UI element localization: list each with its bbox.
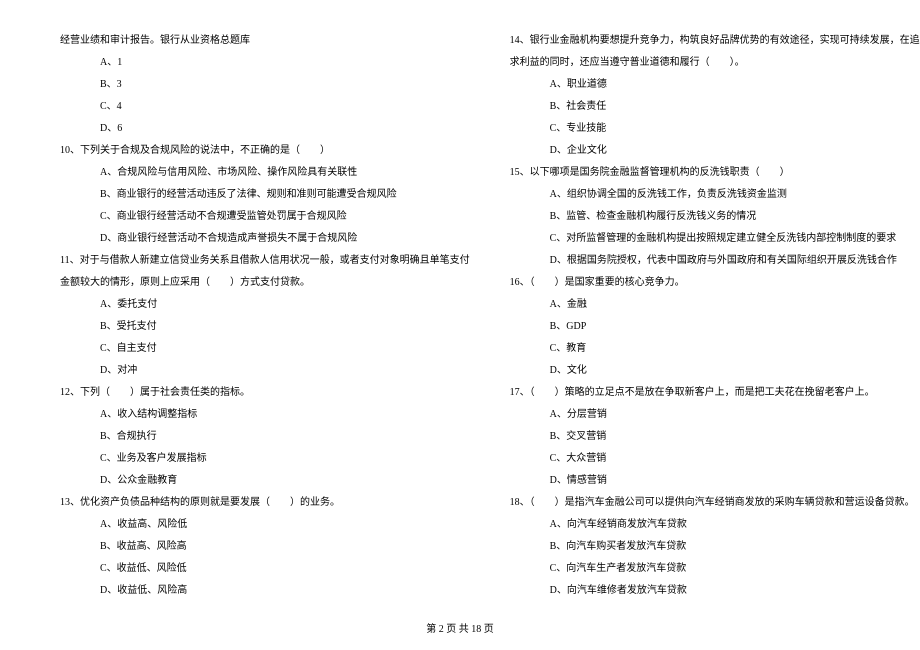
q11-stem-cont: 金额较大的情形，原则上应采用（ ）方式支付贷款。 (60, 272, 470, 294)
q13-stem: 13、优化资产负债品种结构的原则就是要发展（ ）的业务。 (60, 492, 470, 514)
q12-stem: 12、下列（ ）属于社会责任类的指标。 (60, 382, 470, 404)
q13-option-d: D、收益低、风险高 (60, 580, 470, 602)
q17-option-b: B、交叉营销 (510, 426, 920, 448)
q14-stem-cont: 求利益的同时，还应当遵守普业道德和履行（ ）。 (510, 52, 920, 74)
q15-option-c: C、对所监督管理的金融机构提出按照规定建立健全反洗钱内部控制制度的要求 (510, 228, 920, 250)
q12-option-a: A、收入结构调整指标 (60, 404, 470, 426)
q11-option-c: C、自主支付 (60, 338, 470, 360)
q12-option-d: D、公众金融教育 (60, 470, 470, 492)
q10-option-d: D、商业银行经营活动不合规造成声誉损失不属于合规风险 (60, 228, 470, 250)
q14-option-c: C、专业技能 (510, 118, 920, 140)
q17-option-d: D、情感营销 (510, 470, 920, 492)
q10-option-b: B、商业银行的经营活动违反了法律、规则和准则可能遭受合规风险 (60, 184, 470, 206)
q9-option-a: A、1 (60, 52, 470, 74)
q18-option-c: C、向汽车生产者发放汽车贷款 (510, 558, 920, 580)
q17-stem: 17、（ ）策略的立足点不是放在争取新客户上，而是把工夫花在挽留老客户上。 (510, 382, 920, 404)
q18-option-a: A、向汽车经销商发放汽车贷款 (510, 514, 920, 536)
q18-option-d: D、向汽车维修者发放汽车贷款 (510, 580, 920, 602)
q13-option-c: C、收益低、风险低 (60, 558, 470, 580)
q9-option-d: D、6 (60, 118, 470, 140)
q11-option-d: D、对冲 (60, 360, 470, 382)
q14-option-b: B、社会责任 (510, 96, 920, 118)
q17-option-c: C、大众营销 (510, 448, 920, 470)
q16-stem: 16、（ ）是国家重要的核心竞争力。 (510, 272, 920, 294)
q12-option-b: B、合规执行 (60, 426, 470, 448)
q16-option-b: B、GDP (510, 316, 920, 338)
q10-stem: 10、下列关于合规及合规风险的说法中，不正确的是（ ） (60, 140, 470, 162)
q15-option-a: A、组织协调全国的反洗钱工作，负责反洗钱资金监测 (510, 184, 920, 206)
q14-option-a: A、职业道德 (510, 74, 920, 96)
q11-stem: 11、对于与借款人新建立信贷业务关系且借款人信用状况一般，或者支付对象明确且单笔… (60, 250, 470, 272)
page-footer: 第 2 页 共 18 页 (0, 620, 920, 635)
q11-option-a: A、委托支付 (60, 294, 470, 316)
q10-option-c: C、商业银行经营活动不合规遭受监管处罚属于合规风险 (60, 206, 470, 228)
q15-option-b: B、监管、检查金融机构履行反洗钱义务的情况 (510, 206, 920, 228)
left-column: 经营业绩和审计报告。银行从业资格总题库 A、1 B、3 C、4 D、6 10、下… (60, 30, 470, 610)
q18-option-b: B、向汽车购买者发放汽车贷款 (510, 536, 920, 558)
q13-option-a: A、收益高、风险低 (60, 514, 470, 536)
q17-option-a: A、分层营销 (510, 404, 920, 426)
q14-stem: 14、银行业金融机构要想提升竞争力，构筑良好品牌优势的有效途径，实现可持续发展，… (510, 30, 920, 52)
right-column: 14、银行业金融机构要想提升竞争力，构筑良好品牌优势的有效途径，实现可持续发展，… (510, 30, 920, 610)
q9-option-b: B、3 (60, 74, 470, 96)
q15-stem: 15、以下哪项是国务院金融监督管理机构的反洗钱职责（ ） (510, 162, 920, 184)
q18-stem: 18、（ ）是指汽车金融公司可以提供向汽车经销商发放的采购车辆贷款和营运设备贷款… (510, 492, 920, 514)
q16-option-d: D、文化 (510, 360, 920, 382)
q16-option-a: A、金融 (510, 294, 920, 316)
q13-option-b: B、收益高、风险高 (60, 536, 470, 558)
q10-option-a: A、合规风险与信用风险、市场风险、操作风险具有关联性 (60, 162, 470, 184)
q9-option-c: C、4 (60, 96, 470, 118)
q14-option-d: D、企业文化 (510, 140, 920, 162)
q11-option-b: B、受托支付 (60, 316, 470, 338)
q16-option-c: C、教育 (510, 338, 920, 360)
intro-text: 经营业绩和审计报告。银行从业资格总题库 (60, 30, 470, 52)
q12-option-c: C、业务及客户发展指标 (60, 448, 470, 470)
page-content: 经营业绩和审计报告。银行从业资格总题库 A、1 B、3 C、4 D、6 10、下… (60, 30, 860, 610)
q15-option-d: D、根据国务院授权，代表中国政府与外国政府和有关国际组织开展反洗钱合作 (510, 250, 920, 272)
